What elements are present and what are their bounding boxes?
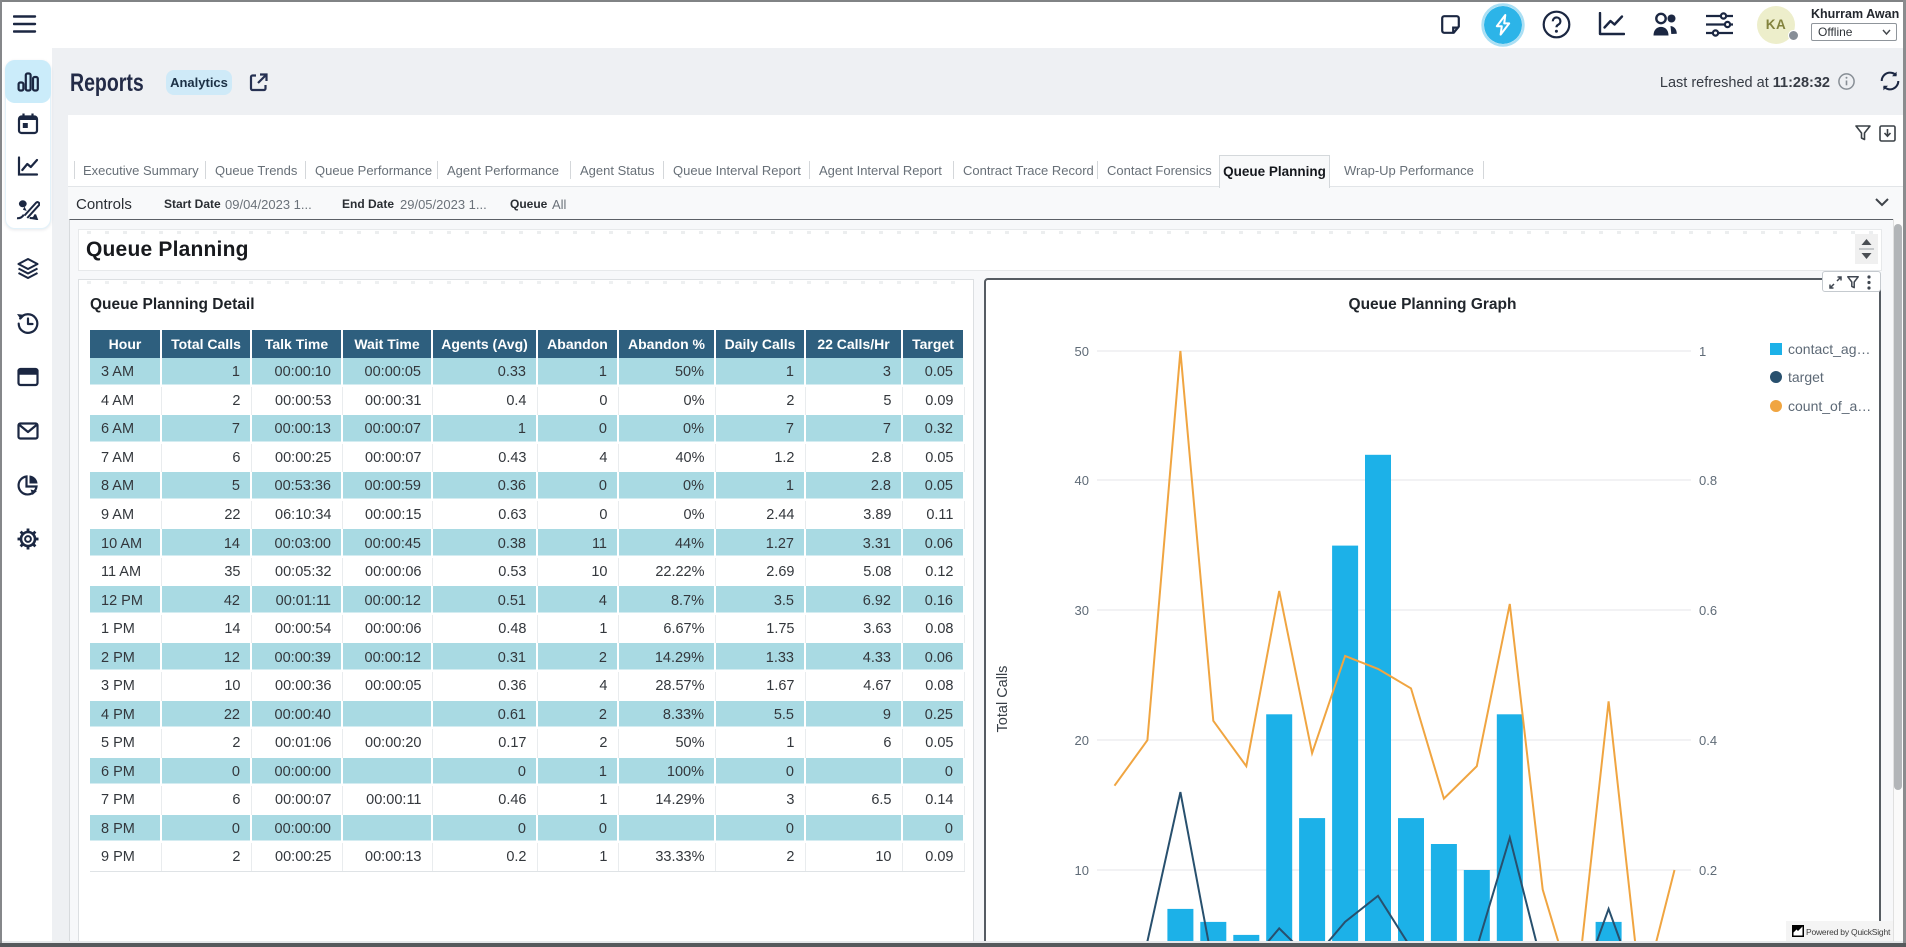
svg-text:contact_ag…: contact_ag… [1788,341,1871,357]
svg-text:target: target [1788,369,1824,385]
svg-text:Total Calls: Total Calls [995,666,1011,733]
svg-text:20: 20 [1075,733,1089,748]
svg-text:0.2: 0.2 [1699,863,1717,878]
svg-text:40: 40 [1075,473,1089,488]
svg-text:30: 30 [1075,603,1089,618]
svg-text:10: 10 [1075,863,1089,878]
svg-text:1: 1 [1699,344,1706,359]
svg-text:0.6: 0.6 [1699,603,1717,618]
svg-text:0.4: 0.4 [1699,733,1717,748]
svg-text:50: 50 [1075,344,1089,359]
svg-text:count_of_a…: count_of_a… [1788,398,1871,414]
svg-text:0.8: 0.8 [1699,473,1717,488]
